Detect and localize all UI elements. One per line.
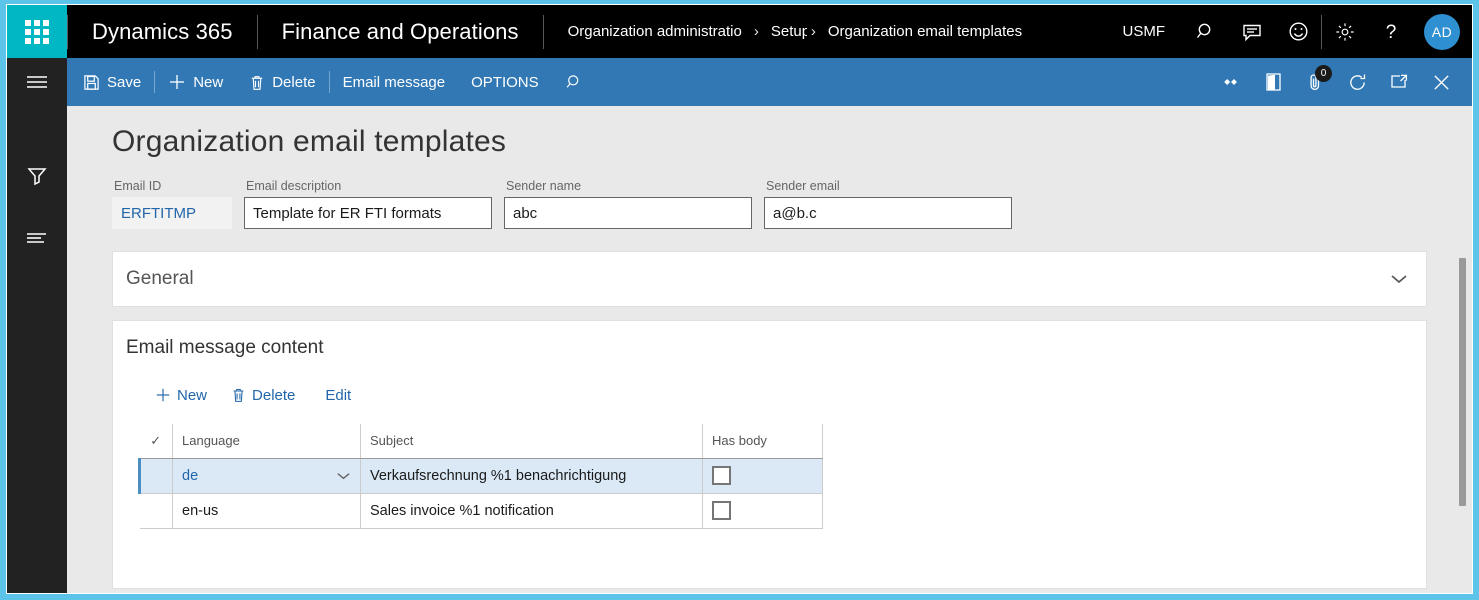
delete-label: Delete — [272, 74, 315, 91]
field-label-sender-name: Sender name — [504, 179, 752, 193]
cell-language-value: de — [182, 468, 198, 484]
grid-delete-button[interactable]: Delete — [221, 379, 305, 411]
breadcrumb-item-setup[interactable]: Setup — [763, 23, 807, 40]
command-bar: Save New Delete Email message OPTIONS — [67, 58, 1473, 106]
section-email-message-content-header: Email message content — [113, 321, 1426, 375]
waffle-grid-glyph — [25, 20, 49, 44]
cell-has-body[interactable] — [703, 493, 823, 528]
field-sender-name: Sender name abc — [504, 179, 752, 229]
module-name[interactable]: Finance and Operations — [258, 19, 543, 45]
email-description-input[interactable]: Template for ER FTI formats — [244, 197, 492, 229]
field-label-email-description: Email description — [244, 179, 492, 193]
save-button[interactable]: Save — [67, 58, 154, 106]
feedback-smiley-icon[interactable] — [1275, 5, 1321, 58]
field-label-email-id: Email ID — [112, 179, 232, 193]
grid-delete-label: Delete — [252, 387, 295, 404]
breadcrumb-item-organization-email-templates[interactable]: Organization email templates — [820, 23, 1030, 40]
save-icon — [83, 74, 100, 91]
grid-header-language[interactable]: Language — [173, 424, 361, 458]
close-icon[interactable] — [1420, 58, 1462, 106]
section-general[interactable]: General — [112, 251, 1427, 307]
left-navigation-rail — [7, 58, 67, 594]
grid-header-has-body[interactable]: Has body — [703, 424, 823, 458]
trash-icon — [231, 387, 246, 403]
field-email-id: Email ID ERFTITMP — [112, 179, 232, 229]
table-row[interactable]: de Verkaufsrechnung %1 benachrichtigung — [140, 458, 823, 493]
grid-new-button[interactable]: New — [145, 379, 217, 411]
section-email-message-content: Email message content New — [112, 320, 1427, 589]
top-navigation-bar: Dynamics 365 Finance and Operations Orga… — [7, 5, 1473, 58]
hamburger-menu-icon[interactable] — [7, 58, 67, 106]
share-diamonds-icon[interactable] — [1210, 58, 1252, 106]
attachment-count-badge: 0 — [1315, 65, 1332, 82]
section-general-header[interactable]: General — [113, 252, 1426, 306]
field-email-description: Email description Template for ER FTI fo… — [244, 179, 492, 229]
cell-language[interactable]: de — [173, 458, 361, 493]
settings-gear-icon[interactable] — [1322, 5, 1368, 58]
grid-edit-button[interactable]: Edit — [309, 379, 361, 411]
svg-text:?: ? — [1386, 22, 1397, 43]
breadcrumb-separator-icon: › — [750, 23, 763, 40]
app-launcher-icon[interactable] — [7, 5, 67, 58]
grid-header-row: ✓ Language Subject Has body — [140, 424, 823, 458]
grid-header-select-all[interactable]: ✓ — [140, 424, 173, 458]
sender-email-input[interactable]: a@b.c — [764, 197, 1012, 229]
popout-icon[interactable] — [1378, 58, 1420, 106]
top-bar-actions: USMF — [1105, 5, 1474, 58]
company-selector[interactable]: USMF — [1105, 23, 1184, 40]
email-message-grid: ✓ Language Subject Has body de — [138, 424, 823, 529]
cell-subject[interactable]: Sales invoice %1 notification — [361, 493, 703, 528]
attachment-icon[interactable]: 0 — [1294, 58, 1336, 106]
has-body-checkbox[interactable] — [712, 466, 731, 485]
brand-dynamics365[interactable]: Dynamics 365 — [68, 19, 257, 45]
row-marker[interactable] — [140, 493, 173, 528]
header-fields: Email ID ERFTITMP Email description Temp… — [67, 159, 1473, 229]
refresh-icon[interactable] — [1336, 58, 1378, 106]
command-bar-right-actions: 0 — [1210, 58, 1473, 106]
page-title: Organization email templates — [67, 106, 1473, 159]
section-general-title: General — [126, 268, 194, 290]
section-email-message-content-title: Email message content — [126, 337, 324, 359]
app-window: Dynamics 365 Finance and Operations Orga… — [6, 4, 1473, 594]
delete-button[interactable]: Delete — [236, 58, 328, 106]
breadcrumb: Organization administratio › Setup › Org… — [544, 23, 1031, 40]
cell-language[interactable]: en-us — [173, 493, 361, 528]
grid-toolbar: New Delete Edit — [113, 375, 1426, 415]
vertical-scrollbar[interactable] — [1459, 258, 1466, 506]
row-marker[interactable] — [140, 458, 173, 493]
list-lines-icon[interactable] — [7, 214, 67, 262]
help-question-icon[interactable]: ? — [1368, 5, 1414, 58]
grid-header-subject[interactable]: Subject — [361, 424, 703, 458]
office-app-icon[interactable] — [1252, 58, 1294, 106]
has-body-checkbox[interactable] — [712, 501, 731, 520]
chat-icon[interactable] — [1229, 5, 1275, 58]
field-label-sender-email: Sender email — [764, 179, 1012, 193]
cell-subject[interactable]: Verkaufsrechnung %1 benachrichtigung — [361, 458, 703, 493]
sender-name-input[interactable]: abc — [504, 197, 752, 229]
new-button[interactable]: New — [155, 58, 236, 106]
chevron-down-icon[interactable] — [336, 471, 351, 481]
email-id-input[interactable]: ERFTITMP — [112, 197, 232, 229]
grid-new-label: New — [177, 387, 207, 404]
field-sender-email: Sender email a@b.c — [764, 179, 1012, 229]
filter-funnel-icon[interactable] — [7, 152, 67, 200]
email-message-tab[interactable]: Email message — [330, 58, 459, 106]
search-icon[interactable] — [1183, 5, 1229, 58]
plus-icon — [168, 73, 186, 91]
options-tab[interactable]: OPTIONS — [458, 58, 552, 106]
breadcrumb-item-organization-administration[interactable]: Organization administratio — [560, 23, 750, 40]
page-content: Organization email templates Email ID ER… — [67, 106, 1473, 594]
cell-has-body[interactable] — [703, 458, 823, 493]
command-search-icon[interactable] — [552, 58, 597, 106]
breadcrumb-separator-icon-2: › — [807, 23, 820, 40]
table-row[interactable]: en-us Sales invoice %1 notification — [140, 493, 823, 528]
plus-icon — [155, 387, 171, 403]
save-label: Save — [107, 74, 141, 91]
trash-icon — [249, 74, 265, 91]
chevron-down-icon[interactable] — [1390, 273, 1408, 285]
avatar[interactable]: AD — [1424, 14, 1460, 50]
new-label: New — [193, 74, 223, 91]
